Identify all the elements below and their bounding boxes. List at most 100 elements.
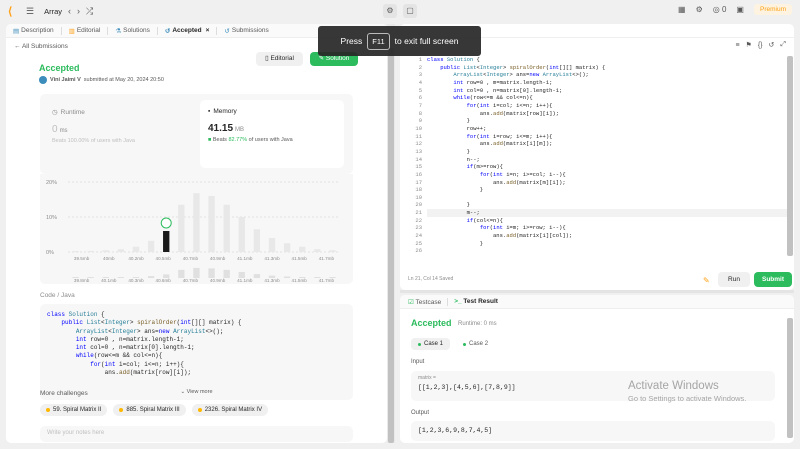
line-number: 19 — [415, 193, 422, 201]
editor-scrollbar[interactable] — [786, 56, 794, 266]
editor-line[interactable]: row++; — [427, 125, 787, 133]
leetcode-logo-icon[interactable]: ⟨ — [8, 5, 20, 18]
editor-line[interactable]: public List<Integer> spiralOrder(int[][]… — [427, 64, 787, 72]
note-icon[interactable]: ▢ — [403, 4, 417, 18]
test-scrollbar-thumb[interactable] — [787, 318, 793, 438]
chart-bar[interactable] — [268, 238, 276, 252]
runtime-beats-prefix: Beats — [52, 138, 67, 144]
bookmark-icon[interactable]: ⚑ — [746, 41, 752, 49]
toast-rest: to exit full screen — [394, 36, 459, 46]
left-scrollbar-thumb[interactable] — [388, 48, 394, 443]
next-problem-icon[interactable]: › — [77, 6, 80, 16]
debug-icon[interactable]: ⚙ — [383, 4, 397, 18]
reset-icon[interactable]: ↺ — [769, 41, 775, 49]
editor-line[interactable]: for(int i=row; i<=m; i++){ — [427, 133, 787, 141]
editor-line[interactable]: for(int i=n; i>=col; i--){ — [427, 171, 787, 179]
editor-line[interactable]: for(int i=col; i<=n; i++){ — [427, 102, 787, 110]
editor-line[interactable]: ans.add(matrix[row][i]); — [427, 110, 787, 118]
tab-testcase[interactable]: ☑ Testcase — [408, 298, 441, 306]
chart-bar[interactable] — [314, 249, 321, 252]
fullscreen-icon[interactable]: ⤢ — [780, 41, 786, 49]
editorial-button[interactable]: ▯ Editorial — [256, 52, 303, 66]
editor-line[interactable]: } — [427, 186, 787, 194]
memory-card[interactable]: ▪ Memory 41.15 MB ■ Beats 82.77% of users … — [200, 100, 344, 168]
editor-scrollbar-thumb[interactable] — [787, 56, 793, 256]
chart-bar[interactable] — [193, 193, 200, 252]
editor-line[interactable]: if(m>=row){ — [427, 163, 787, 171]
editor-line[interactable]: ArrayList<Integer> ans=new ArrayList<>()… — [427, 71, 787, 79]
editor-line[interactable]: if(col<=n){ — [427, 217, 787, 225]
chart-bar[interactable] — [102, 250, 109, 252]
settings-icon[interactable]: ⚙ — [696, 5, 703, 14]
note-add-icon[interactable]: ✎ — [703, 276, 710, 285]
line-number: 15 — [415, 163, 422, 171]
left-scrollbar[interactable] — [387, 24, 395, 443]
run-button[interactable]: Run — [718, 272, 750, 287]
submit-button[interactable]: Submit — [754, 272, 792, 287]
runtime-value: 0 — [52, 124, 58, 135]
chart-bar[interactable] — [72, 251, 79, 252]
tab-submissions[interactable]: ↺ Submissions — [221, 27, 271, 35]
problem-list-icon[interactable]: ☰ — [26, 6, 34, 17]
format-icon[interactable]: ≡ — [735, 42, 739, 49]
runtime-card[interactable]: ◷ Runtime 0 ms Beats 100.00% of users with… — [44, 100, 188, 168]
chart-bar[interactable] — [208, 196, 215, 252]
challenge-chip[interactable]: 2326. Spiral Matrix IV — [191, 404, 269, 416]
editor-line[interactable] — [427, 194, 787, 202]
editor-line[interactable]: n--; — [427, 156, 787, 164]
editor-line[interactable]: int col=0 , n=matrix[0].length-1; — [427, 87, 787, 95]
challenge-chip[interactable]: 59. Spiral Matrix II — [40, 404, 108, 416]
editor-line[interactable]: m--; — [427, 209, 787, 217]
close-tab-icon[interactable]: × — [206, 27, 210, 34]
shuffle-icon[interactable]: ⤮ — [86, 6, 93, 17]
editor-line[interactable]: ans.add(matrix[i][m]); — [427, 140, 787, 148]
problem-list-title[interactable]: Array — [44, 7, 62, 16]
chart-bar[interactable] — [238, 217, 245, 252]
chart-bar[interactable] — [223, 204, 230, 252]
terminal-icon: >_ — [454, 298, 462, 305]
editor-line[interactable]: int row=0 , m=matrix.length-1; — [427, 79, 787, 87]
editor-line[interactable]: ans.add(matrix[i][col]); — [427, 232, 787, 240]
chart-bar[interactable] — [178, 204, 185, 252]
case-tab-1[interactable]: Case 1 — [411, 338, 451, 350]
editor-line[interactable]: } — [427, 117, 787, 125]
tab-solutions[interactable]: ⚗ Solutions — [112, 27, 153, 35]
chart-bar[interactable] — [132, 246, 140, 252]
editor-line[interactable]: } — [427, 240, 787, 248]
editor-line[interactable]: } — [427, 201, 787, 209]
tab-accepted[interactable]: ↺ Accepted × — [162, 27, 213, 35]
code-brackets-icon[interactable]: {} — [758, 42, 763, 49]
editor-line[interactable]: for(int i=m; i>=row; i--){ — [427, 224, 787, 232]
avatar[interactable]: ▣ — [736, 5, 744, 14]
layout-icon[interactable]: ▦ — [678, 5, 686, 14]
editor-line[interactable] — [427, 247, 787, 255]
chart-bar[interactable] — [299, 246, 306, 252]
chart-bar[interactable] — [253, 229, 261, 252]
overview-bar — [208, 268, 215, 278]
tab-test-result[interactable]: >_ Test Result — [454, 298, 498, 305]
prev-problem-icon[interactable]: ‹ — [68, 6, 71, 16]
user-name[interactable]: Vini Jaimi V — [50, 77, 81, 83]
chart-bar[interactable] — [147, 240, 155, 252]
runtime-beats-suffix: of users with Java — [90, 138, 135, 144]
tab-description[interactable]: ▤ Description — [10, 27, 57, 35]
chart-bar[interactable] — [329, 250, 336, 252]
editor-code[interactable]: class Solution { public List<Integer> sp… — [427, 56, 787, 255]
fire-icon[interactable]: ◎ 0 — [713, 5, 727, 14]
test-scrollbar[interactable] — [786, 318, 794, 441]
premium-button[interactable]: Premium — [753, 4, 792, 15]
challenge-chip[interactable]: 885. Spiral Matrix III — [113, 404, 186, 416]
case-tabs: Case 1 Case 2 — [411, 338, 495, 350]
case-tab-2[interactable]: Case 2 — [456, 338, 495, 350]
chart-bar[interactable] — [87, 250, 94, 252]
chart-bar[interactable] — [283, 243, 291, 252]
editor-line[interactable]: } — [427, 148, 787, 156]
notes-input[interactable]: Write your notes here — [40, 426, 353, 442]
tab-editorial[interactable]: ▥ Editorial — [66, 27, 104, 35]
editor-line[interactable]: while(row<=m && col<=n){ — [427, 94, 787, 102]
editor-line[interactable]: class Solution { — [427, 56, 787, 64]
chart-bar[interactable] — [117, 249, 125, 252]
chart-bar[interactable] — [163, 231, 170, 252]
editor-line[interactable]: ans.add(matrix[m][i]); — [427, 179, 787, 187]
panel-divider[interactable] — [400, 290, 794, 293]
